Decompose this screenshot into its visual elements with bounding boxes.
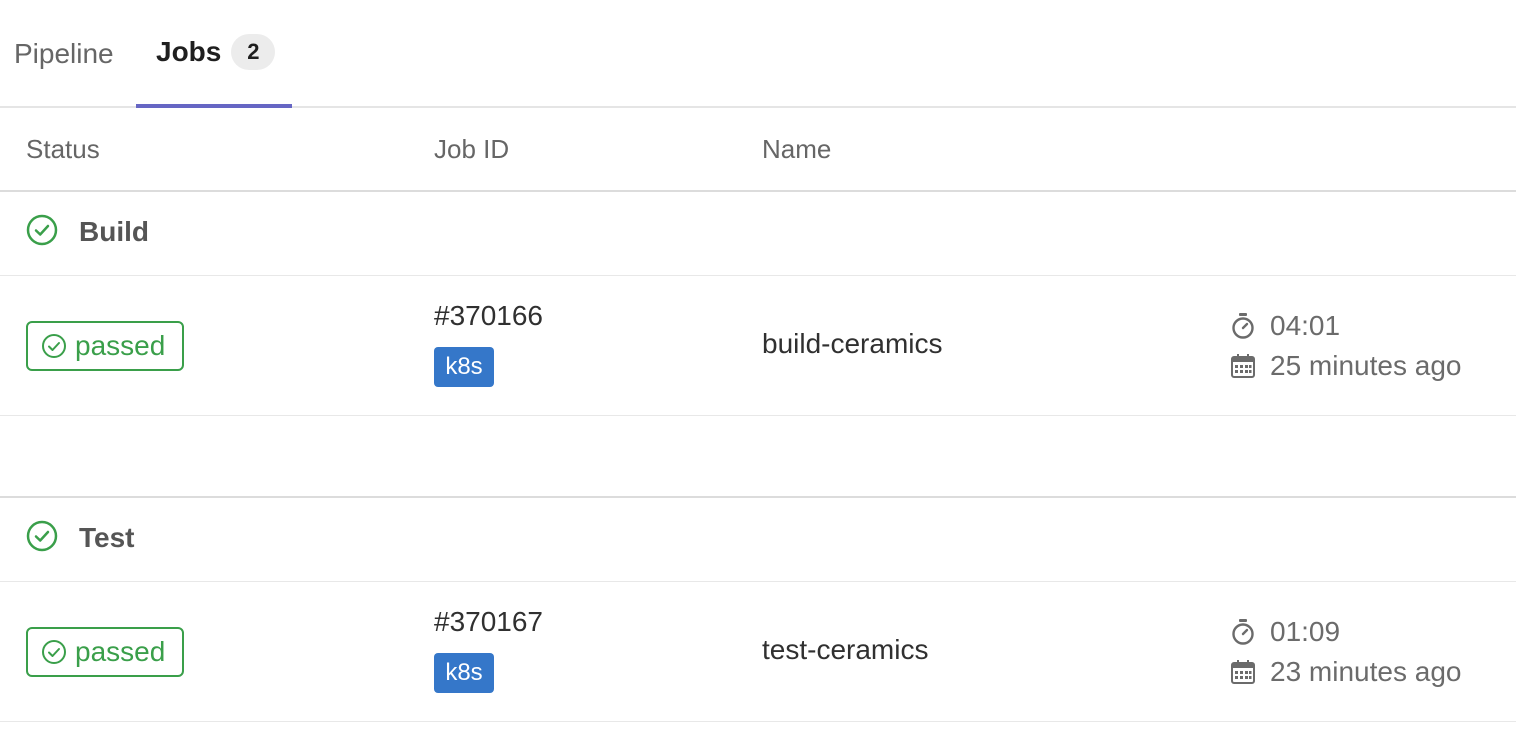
status-badge[interactable]: passed bbox=[26, 321, 184, 371]
timer-icon bbox=[1232, 313, 1254, 339]
status-label: passed bbox=[75, 330, 166, 361]
duration-text: 01:09 bbox=[1270, 616, 1341, 647]
tab-jobs[interactable]: Jobs 2 bbox=[136, 0, 292, 108]
stage-title: Test bbox=[79, 522, 135, 553]
tab-pipeline[interactable]: Pipeline bbox=[14, 0, 114, 110]
table-header: Status Job ID Name bbox=[0, 108, 1516, 192]
table-row: passed #370166 k8s build-ceramics 04:01 … bbox=[0, 276, 1516, 416]
status-label: passed bbox=[75, 636, 166, 667]
stage-row-build: Build bbox=[0, 192, 1516, 276]
check-circle-icon bbox=[42, 334, 66, 358]
stage-title: Build bbox=[79, 216, 149, 247]
calendar-icon bbox=[1231, 354, 1255, 378]
duration-text: 04:01 bbox=[1270, 310, 1341, 341]
jobs-count-badge: 2 bbox=[231, 34, 276, 70]
check-circle-icon bbox=[26, 520, 58, 552]
tab-pipeline-label: Pipeline bbox=[14, 38, 114, 69]
pipeline-tabs: Pipeline Jobs 2 bbox=[0, 0, 1516, 108]
check-circle-icon bbox=[42, 640, 66, 664]
column-header-name: Name bbox=[762, 133, 832, 164]
timer-icon bbox=[1232, 619, 1254, 645]
runner-tag: k8s bbox=[434, 653, 494, 693]
finished-text: 23 minutes ago bbox=[1270, 656, 1462, 687]
calendar-icon bbox=[1231, 660, 1255, 684]
status-badge[interactable]: passed bbox=[26, 627, 184, 677]
job-id-link[interactable]: #370166 bbox=[434, 300, 543, 332]
table-row: passed #370167 k8s test-ceramics 01:09 2… bbox=[0, 582, 1516, 722]
finished-text: 25 minutes ago bbox=[1270, 350, 1462, 381]
job-finished: 23 minutes ago bbox=[1230, 656, 1461, 688]
job-id-link[interactable]: #370167 bbox=[434, 606, 543, 638]
stage-row-test: Test bbox=[0, 498, 1516, 582]
tab-jobs-label: Jobs bbox=[156, 36, 222, 67]
job-name-link[interactable]: test-ceramics bbox=[762, 634, 928, 666]
check-circle-icon bbox=[26, 214, 58, 246]
job-finished: 25 minutes ago bbox=[1230, 350, 1461, 382]
runner-tag: k8s bbox=[434, 347, 494, 387]
job-duration: 01:09 bbox=[1230, 616, 1340, 648]
column-header-status: Status bbox=[26, 133, 100, 164]
job-duration: 04:01 bbox=[1230, 310, 1340, 342]
job-name-link[interactable]: build-ceramics bbox=[762, 328, 943, 360]
column-header-job-id: Job ID bbox=[434, 133, 510, 164]
